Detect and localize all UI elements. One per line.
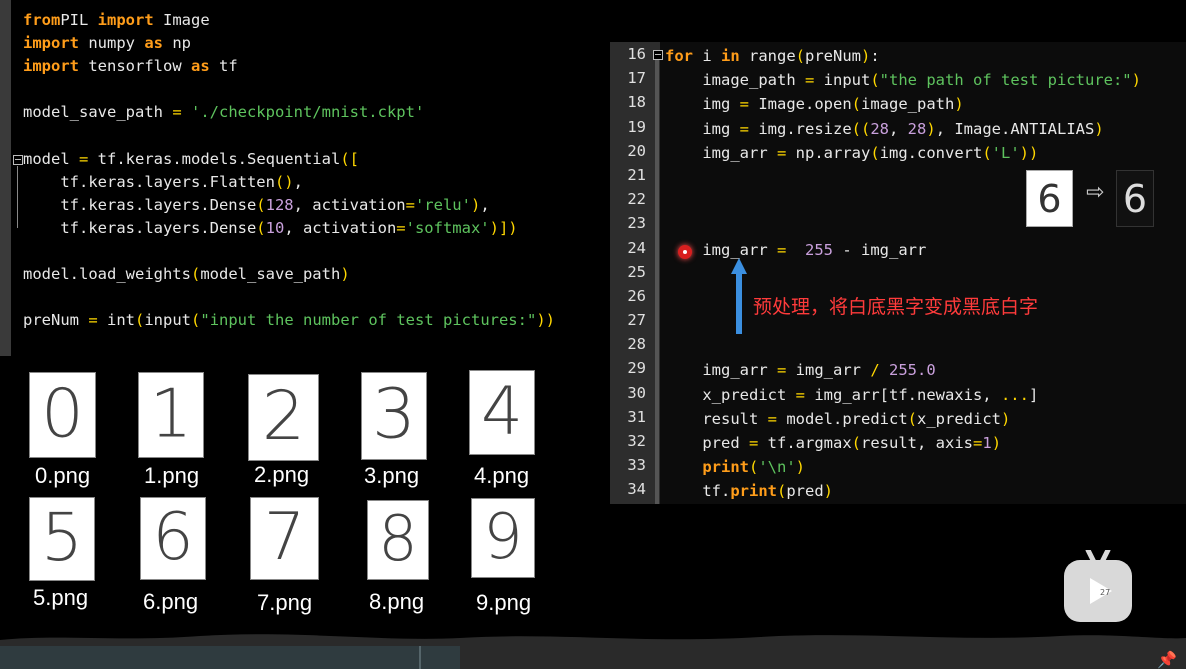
- code-line: tf.keras.layers.Flatten(),: [23, 172, 303, 191]
- digit-filename-label: 4.png: [474, 463, 530, 488]
- line-number: 28: [627, 335, 646, 354]
- digit-image-3: 3: [361, 372, 427, 460]
- code-line: model = tf.keras.models.Sequential([: [23, 149, 359, 168]
- digit-image-5: 5: [29, 497, 95, 581]
- digit-glyph: 4: [481, 372, 523, 450]
- digit-image-7: 7: [250, 497, 319, 580]
- annotation-text: 预处理，将白底黑字变成黑底白字: [753, 296, 1039, 318]
- line-number: 34: [627, 480, 646, 499]
- line-number: 22: [627, 190, 646, 209]
- tv-antenna-icon: [1085, 550, 1111, 562]
- digit-image-9: 9: [471, 498, 535, 578]
- code-line: tf.keras.layers.Dense(10, activation='so…: [23, 218, 518, 237]
- digit-image-6: 6: [140, 497, 206, 580]
- digit-glyph: 6: [152, 499, 194, 575]
- digit-filename-label: 6.png: [143, 589, 199, 614]
- right-arrow-icon: ⇨: [1086, 180, 1105, 205]
- line-number: 23: [627, 214, 646, 233]
- digit-image-4: 4: [469, 370, 535, 455]
- digit-glyph: 7: [263, 499, 306, 575]
- fold-toggle-icon[interactable]: [13, 155, 23, 165]
- digit-glyph: 3: [372, 374, 416, 455]
- fold-toggle-icon[interactable]: [653, 50, 663, 60]
- code-line: img = img.resize((28, 28), Image.ANTIALI…: [665, 119, 1104, 138]
- left-code-editor[interactable]: fromPIL import Image import numpy as np im…: [0, 0, 600, 356]
- bottom-decoration: [0, 634, 1186, 669]
- code-line: x_predict = img_arr[tf.newaxis, ...]: [665, 385, 1039, 404]
- digit-glyph: 5: [41, 498, 83, 576]
- left-code-lines: fromPIL import Image import numpy as np im…: [23, 9, 555, 332]
- breakpoint-icon[interactable]: [678, 245, 692, 259]
- code-line: import tensorflow as tf: [23, 57, 238, 76]
- code-line: preNum = int(input("input the number of …: [23, 311, 555, 330]
- left-gutter: [0, 0, 11, 356]
- preview-inverted-image: 6: [1116, 170, 1154, 227]
- digit-filename-label: 5.png: [33, 585, 89, 610]
- code-line: print('\n'): [702, 458, 806, 477]
- line-number: 17: [627, 69, 646, 88]
- line-number: 30: [627, 383, 646, 402]
- code-line: img = Image.open(image_path): [665, 95, 964, 114]
- fold-guide: [17, 166, 18, 228]
- up-arrow-icon: [731, 258, 747, 334]
- digit-filename-label: 1.png: [144, 463, 200, 488]
- code-line: model_save_path = './checkpoint/mnist.ck…: [23, 103, 425, 122]
- digit-image-2: 2: [248, 374, 319, 461]
- digit-filename-label: 7.png: [257, 590, 313, 615]
- preview-original-digit: 6: [1037, 177, 1062, 221]
- line-number: 29: [627, 359, 646, 378]
- code-line: import numpy as np: [23, 34, 191, 53]
- code-line: result = model.predict(x_predict): [665, 409, 1011, 428]
- line-number: 26: [627, 286, 646, 305]
- badge-count: 27: [1100, 588, 1111, 597]
- digit-image-8: 8: [367, 500, 429, 580]
- digit-filename-label: 8.png: [369, 589, 425, 614]
- code-line: tf.keras.layers.Dense(128, activation='r…: [23, 195, 490, 214]
- right-code-editor[interactable]: 16 17 18 19 20 21 22 23 24 25 26 27 28 29 30 31 32 33 34 f…: [610, 42, 1186, 504]
- code-line: for i in range(preNum):: [665, 47, 880, 65]
- line-number: 21: [627, 165, 646, 184]
- line-number: 27: [627, 311, 646, 330]
- preview-original-image: 6: [1026, 170, 1073, 227]
- code-line: fromPIL import Image: [23, 11, 210, 29]
- fold-guide: [655, 50, 659, 504]
- code-line: model.load_weights(model_save_path): [23, 265, 350, 284]
- digit-glyph: 8: [378, 502, 418, 576]
- code-line: tf.print(pred): [665, 482, 834, 501]
- code-line: image_path = input("the path of test pic…: [665, 71, 1141, 90]
- code-line: pred = tf.argmax(result, axis=1): [665, 434, 1002, 452]
- line-number: 25: [627, 262, 646, 281]
- line-number: 32: [627, 432, 646, 450]
- line-number: 33: [627, 456, 646, 475]
- digit-glyph: 2: [261, 376, 306, 456]
- line-number-gutter: 16 17 18 19 20 21 22 23 24 25 26 27 28 29 30 31 32 33 34: [610, 42, 660, 504]
- preview-inverted-digit: 6: [1122, 177, 1148, 221]
- digit-filename-label: 0.png: [35, 463, 91, 488]
- video-badge[interactable]: 27: [1064, 550, 1132, 622]
- line-number: 31: [627, 407, 646, 426]
- digit-image-0: 0: [29, 372, 96, 458]
- digit-filename-label: 9.png: [476, 590, 532, 615]
- line-number: 24: [627, 238, 646, 257]
- code-line: img_arr = img_arr / 255.0: [665, 361, 936, 380]
- line-number: 18: [627, 93, 646, 112]
- pin-icon[interactable]: 📌: [1157, 650, 1177, 669]
- digit-glyph: 9: [483, 500, 523, 574]
- code-line: img_arr = np.array(img.convert('L')): [665, 143, 1039, 162]
- digit-glyph: 1: [149, 374, 193, 453]
- digit-filename-label: 3.png: [364, 463, 420, 488]
- digit-image-1: 1: [138, 372, 204, 458]
- digit-glyph: 0: [41, 374, 84, 453]
- line-number: 19: [627, 117, 646, 136]
- line-number: 20: [627, 141, 646, 160]
- digit-filename-label: 2.png: [254, 462, 310, 487]
